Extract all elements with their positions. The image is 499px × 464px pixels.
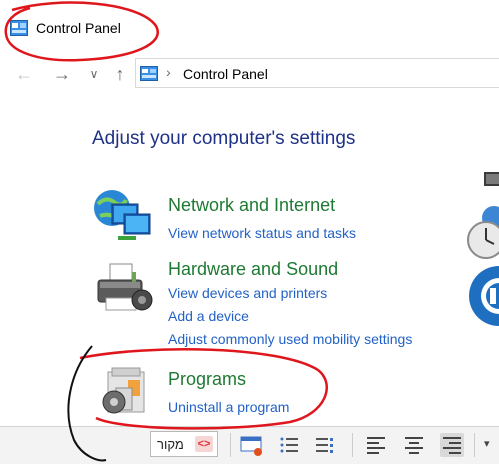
page-heading: Adjust your computer's settings bbox=[92, 128, 356, 149]
breadcrumb-chevron-icon[interactable]: › bbox=[166, 64, 171, 80]
appearance-monitor-icon[interactable] bbox=[482, 168, 499, 190]
network-globe-icon[interactable] bbox=[92, 186, 154, 246]
toolbar-divider bbox=[352, 433, 353, 457]
window-title: Control Panel bbox=[36, 20, 121, 36]
up-arrow-icon[interactable]: ↑ bbox=[110, 64, 130, 84]
clock-globe-icon[interactable] bbox=[464, 204, 499, 262]
back-arrow-icon[interactable]: ← bbox=[14, 64, 34, 84]
toolbar-divider bbox=[230, 433, 231, 457]
bullet-list-icon[interactable] bbox=[278, 433, 302, 457]
source-button[interactable]: מקור <> bbox=[150, 431, 218, 457]
numbered-list-icon[interactable] bbox=[312, 433, 336, 457]
title-bar: Control Panel bbox=[0, 0, 499, 54]
breadcrumb-control-panel[interactable]: Control Panel bbox=[183, 66, 268, 82]
align-left-icon[interactable] bbox=[364, 433, 388, 457]
control-panel-icon bbox=[140, 66, 158, 81]
link-view-devices-and-printers[interactable]: View devices and printers bbox=[168, 285, 327, 301]
ease-of-access-icon[interactable] bbox=[466, 266, 499, 326]
printer-icon[interactable] bbox=[94, 262, 156, 320]
align-center-icon[interactable] bbox=[402, 433, 426, 457]
toolbar-divider bbox=[474, 433, 475, 457]
align-right-icon[interactable] bbox=[440, 433, 464, 457]
forward-arrow-icon[interactable]: → bbox=[52, 64, 72, 84]
recent-locations-chevron-icon[interactable]: ∨ bbox=[84, 64, 104, 84]
html-insert-icon[interactable] bbox=[240, 433, 264, 457]
navigation-bar: ← → ∨ ↑ › Control Panel bbox=[0, 54, 499, 94]
link-adjust-mobility-settings[interactable]: Adjust commonly used mobility settings bbox=[168, 331, 412, 347]
link-uninstall-a-program[interactable]: Uninstall a program bbox=[168, 399, 289, 415]
link-add-a-device[interactable]: Add a device bbox=[168, 308, 249, 324]
programs-box-icon[interactable] bbox=[98, 366, 152, 420]
control-panel-icon bbox=[10, 20, 28, 36]
category-network-and-internet[interactable]: Network and Internet bbox=[168, 195, 335, 216]
source-code-icon: <> bbox=[195, 436, 213, 452]
more-chevron-down-icon[interactable]: ▾ bbox=[484, 437, 490, 450]
address-bar[interactable]: › Control Panel bbox=[135, 58, 499, 88]
editor-toolbar: מקור <> ▾ bbox=[0, 426, 499, 464]
link-view-network-status[interactable]: View network status and tasks bbox=[168, 225, 356, 241]
category-hardware-and-sound[interactable]: Hardware and Sound bbox=[168, 259, 338, 280]
source-label: מקור bbox=[157, 437, 184, 452]
category-programs[interactable]: Programs bbox=[168, 369, 246, 390]
